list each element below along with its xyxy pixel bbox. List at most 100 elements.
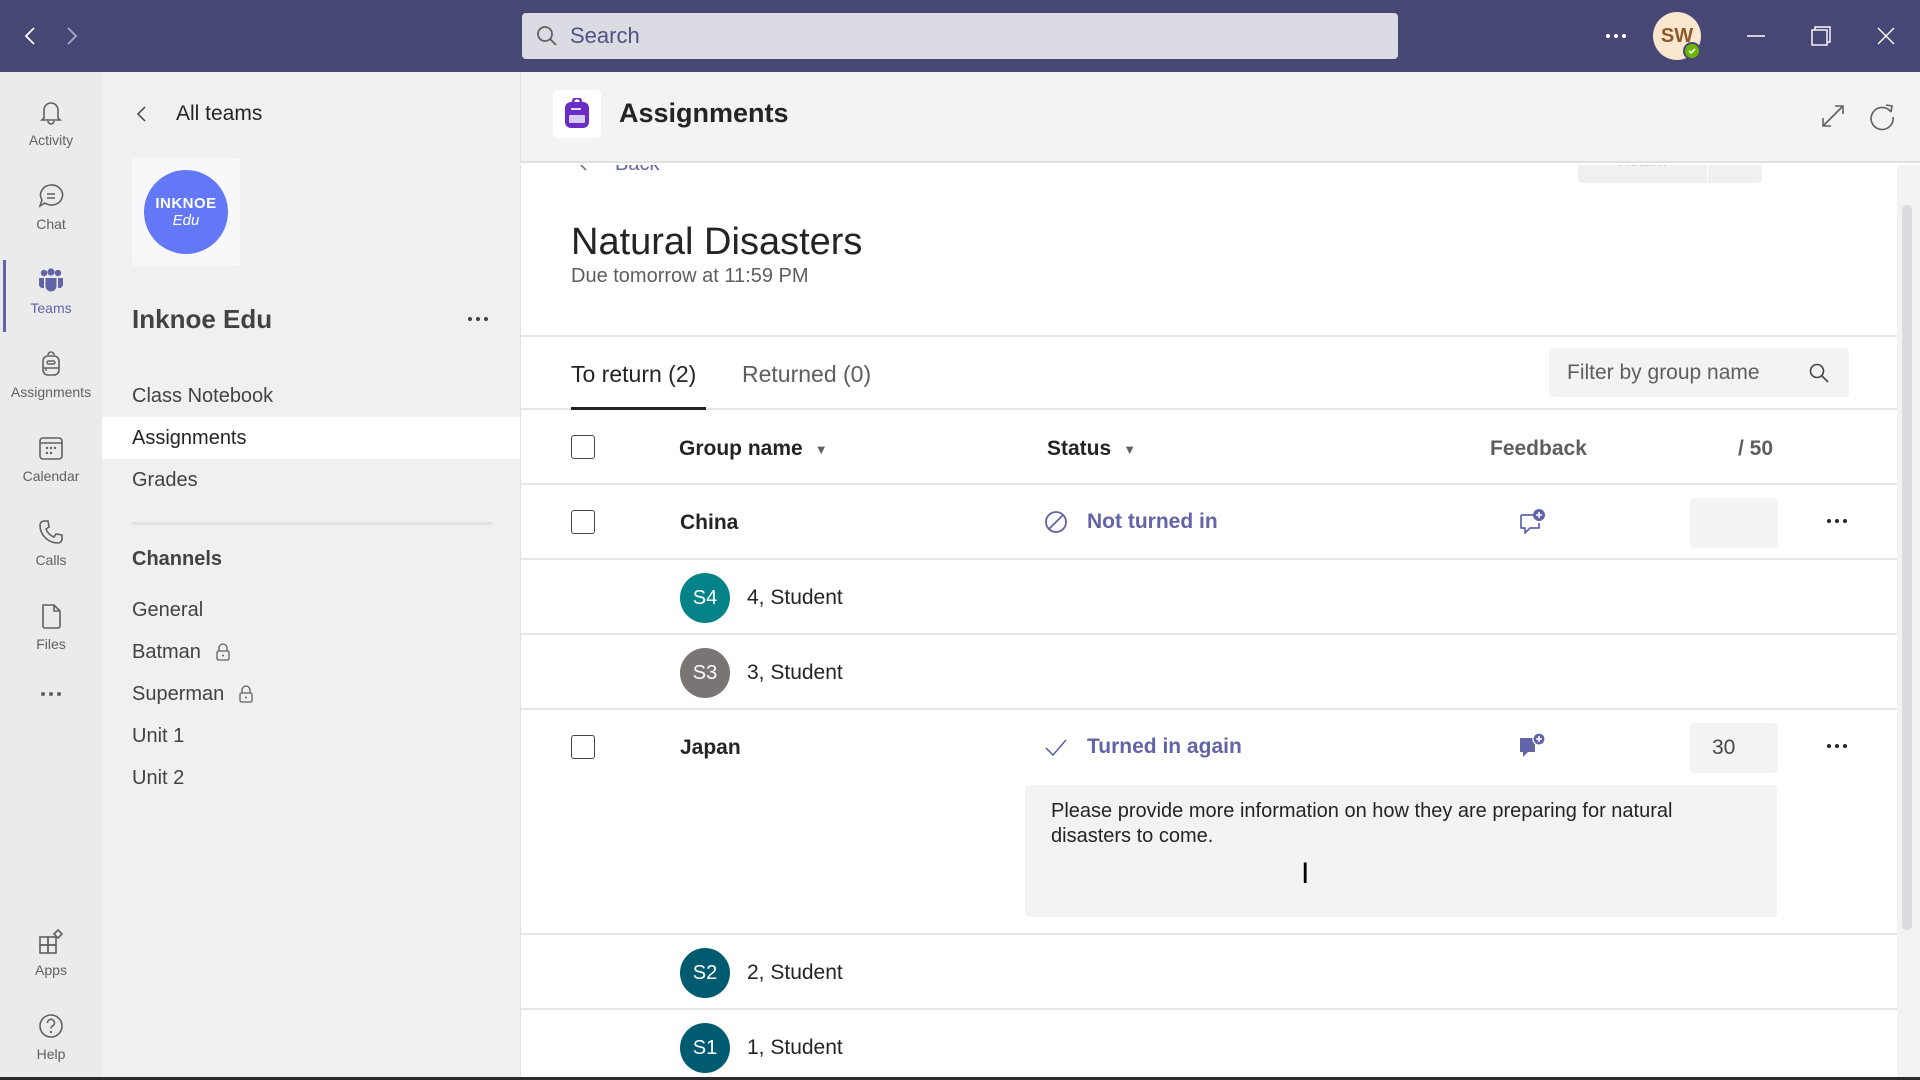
rail-label: Apps <box>35 962 67 978</box>
team-logo-circle: INKNOE Edu <box>144 170 228 254</box>
divider <box>132 522 492 525</box>
rail-label: Help <box>36 1046 66 1062</box>
column-header-status[interactable]: Status ▼ <box>1047 437 1136 461</box>
column-label: / 50 <box>1738 437 1774 460</box>
back-link[interactable]: Back <box>577 165 659 176</box>
lock-icon <box>216 643 230 661</box>
vertical-scrollbar[interactable] <box>1897 165 1920 1077</box>
points-input-china[interactable] <box>1690 498 1778 548</box>
student-avatar: S1 <box>680 1023 730 1073</box>
divider <box>521 408 1897 410</box>
group-name: China <box>680 511 739 534</box>
rail-more-apps-button[interactable] <box>0 664 102 724</box>
presence-available-icon <box>1683 42 1701 60</box>
feedback-text: Please provide more information on how t… <box>1051 800 1673 847</box>
student-row[interactable]: S1 1, Student <box>680 1023 843 1073</box>
file-icon <box>42 604 61 629</box>
tab-to-return[interactable]: To return (2) <box>571 361 696 388</box>
logo-text: INKNOE <box>155 195 217 212</box>
team-nav-assignments[interactable]: Assignments <box>102 417 520 459</box>
back-label: Back <box>615 165 659 176</box>
row-divider <box>521 708 1897 710</box>
assignment-title: Natural Disasters <box>571 221 863 263</box>
rail-item-activity[interactable]: Activity <box>0 82 102 162</box>
chevron-left-icon <box>24 27 35 45</box>
rail-item-help[interactable]: Help <box>0 996 102 1076</box>
refresh-button[interactable] <box>1866 100 1898 132</box>
tab-returned[interactable]: Returned (0) <box>742 361 871 388</box>
column-header-points: / 50 <box>1738 437 1773 461</box>
team-panel: All teams INKNOE Edu Inknoe Edu Class No… <box>102 72 520 1077</box>
logo-subtext: Edu <box>172 212 200 229</box>
student-name: 3, Student <box>747 661 843 684</box>
row-more-options-button[interactable] <box>1826 730 1848 756</box>
scrollbar-thumb[interactable] <box>1902 205 1912 930</box>
row-divider <box>521 1008 1897 1010</box>
filter-input[interactable] <box>1567 360 1797 385</box>
rail-label: Chat <box>36 216 66 232</box>
all-teams-label: All teams <box>176 102 263 125</box>
column-header-group-name[interactable]: Group name ▼ <box>679 437 828 461</box>
team-more-options-button[interactable] <box>467 302 489 330</box>
text-cursor-icon: I <box>1301 857 1310 890</box>
row-divider <box>521 483 1897 485</box>
rail-item-calls[interactable]: Calls <box>0 502 102 582</box>
student-row[interactable]: S4 4, Student <box>680 573 843 623</box>
channel-superman[interactable]: Superman <box>102 673 520 715</box>
points-input-japan[interactable]: 30 <box>1690 723 1778 773</box>
channel-general[interactable]: General <box>102 589 520 631</box>
rail-item-assignments[interactable]: Assignments <box>0 334 102 414</box>
search-icon <box>537 26 557 46</box>
rail-label: Calendar <box>22 468 80 484</box>
feedback-textarea[interactable]: Please provide more information on how t… <box>1025 785 1777 917</box>
team-name: Inknoe Edu <box>132 304 273 334</box>
expand-button[interactable] <box>1817 100 1849 132</box>
group-checkbox-japan[interactable] <box>571 735 595 759</box>
channel-label: Superman <box>132 682 225 705</box>
filter-box[interactable] <box>1549 348 1849 397</box>
student-row[interactable]: S2 2, Student <box>680 948 843 998</box>
team-logo: INKNOE Edu <box>132 158 240 266</box>
student-avatar: S4 <box>680 573 730 623</box>
search-box[interactable] <box>522 13 1398 59</box>
channel-unit-1[interactable]: Unit 1 <box>102 715 520 757</box>
bell-icon <box>40 102 62 125</box>
forward-nav-button[interactable] <box>58 22 86 50</box>
more-horizontal-icon <box>468 317 488 321</box>
row-more-options-button[interactable] <box>1826 505 1848 531</box>
more-options-button[interactable] <box>1598 18 1634 54</box>
minimize-button[interactable] <box>1738 18 1774 54</box>
rail-label: Assignments <box>10 384 92 400</box>
divider <box>521 335 1897 337</box>
search-input[interactable] <box>570 23 1350 49</box>
student-row[interactable]: S3 3, Student <box>680 648 843 698</box>
assignments-app-icon <box>553 90 601 138</box>
team-nav-class-notebook[interactable]: Class Notebook <box>102 375 520 417</box>
apps-icon <box>39 928 64 954</box>
rail-item-teams[interactable]: Teams <box>0 250 102 332</box>
close-button[interactable] <box>1868 18 1904 54</box>
rail-item-apps[interactable]: Apps <box>0 912 102 992</box>
feedback-button[interactable] <box>1517 731 1547 761</box>
more-horizontal-icon <box>1827 744 1847 748</box>
back-nav-button[interactable] <box>16 22 44 50</box>
nav-label: Grades <box>132 468 198 491</box>
teams-icon <box>39 268 63 292</box>
channel-batman[interactable]: Batman <box>102 631 520 673</box>
calendar-icon <box>39 437 63 460</box>
return-button[interactable]: Return <box>1578 165 1762 183</box>
add-feedback-button[interactable] <box>1517 507 1547 537</box>
team-nav-grades[interactable]: Grades <box>102 459 520 501</box>
rail-item-chat[interactable]: Chat <box>0 166 102 246</box>
group-checkbox-china[interactable] <box>571 510 595 534</box>
help-icon <box>39 1014 63 1038</box>
rail-item-calendar[interactable]: Calendar <box>0 418 102 498</box>
select-all-checkbox[interactable] <box>571 435 595 459</box>
channel-label: Batman <box>132 640 201 663</box>
column-label: Status <box>1047 437 1112 460</box>
all-teams-link[interactable]: All teams <box>132 102 262 126</box>
channel-unit-2[interactable]: Unit 2 <box>102 757 520 799</box>
restore-button[interactable] <box>1803 18 1839 54</box>
nav-label: Assignments <box>132 426 247 449</box>
rail-item-files[interactable]: Files <box>0 586 102 666</box>
